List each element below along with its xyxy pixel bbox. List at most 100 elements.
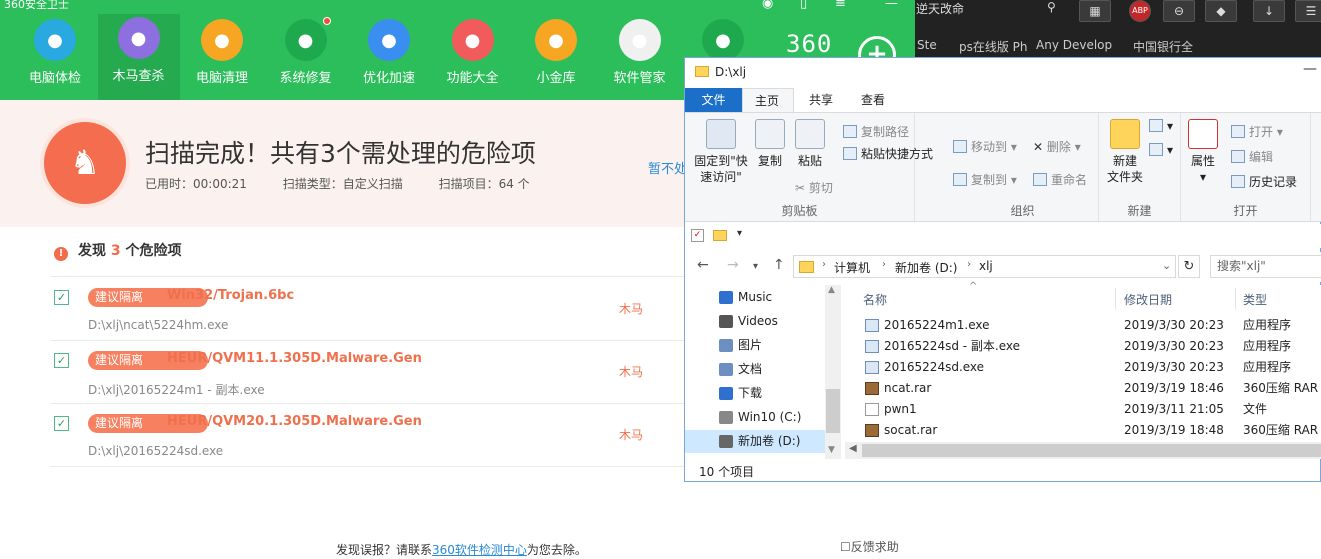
address-path[interactable]: › 计算机 › 新加卷 (D:) › xlj ⌄ (793, 255, 1176, 278)
history-button[interactable]: 历史记录 (1231, 173, 1297, 190)
nav-item-1[interactable]: ● 木马查杀 (97, 14, 180, 100)
skin-icon[interactable]: ◉ (762, 0, 773, 11)
bookmark-item[interactable]: 中国银行全 (1133, 38, 1193, 55)
threat-row[interactable]: ✓ 建议隔离 Win32/Trojan.6bc D:\xlj\ncat\5224hm.… (54, 288, 684, 348)
file-row[interactable]: 20165224m1.exe 2019/3/30 20:23 应用程序 (845, 315, 1321, 336)
file-row[interactable]: pwn1 2019/3/11 21:05 文件 (845, 399, 1321, 420)
notification-dot (322, 17, 331, 25)
tab-file[interactable]: 文件 (685, 88, 742, 112)
customize-dropdown-icon[interactable]: ▾ (737, 228, 742, 239)
new-item-icon[interactable]: ▾ (1149, 119, 1173, 133)
refresh-icon[interactable]: ↻ (1178, 255, 1200, 278)
tree-scrollbar[interactable]: ▲ ▼ (825, 285, 841, 459)
nav-item-0[interactable]: ● 电脑体检 (14, 16, 96, 98)
tree-item[interactable]: Win10 (C:) (685, 406, 825, 429)
restore-icon[interactable]: ▯ (800, 0, 807, 11)
forward-icon[interactable]: → (727, 257, 739, 273)
threat-row[interactable]: ✓ 建议隔离 HEUR/QVM20.1.305D.Malware.Gen D:\xlj… (54, 414, 684, 474)
nav-item-6[interactable]: ● 小金库 (515, 16, 597, 98)
threat-name: Win32/Trojan.6bc (167, 288, 295, 303)
move-to-button[interactable]: 移动到 ▾ (953, 138, 1017, 155)
breadcrumb-drive[interactable]: 新加卷 (D:) (895, 259, 957, 276)
folder-icon[interactable] (713, 230, 727, 241)
extension-icon[interactable]: ⊖ (1163, 0, 1195, 22)
rename-button[interactable]: 重命名 (1033, 171, 1087, 188)
column-type[interactable]: 类型 (1243, 291, 1267, 308)
minimize-icon[interactable]: — (885, 0, 898, 11)
chevron-down-icon[interactable]: ⌄ (1162, 259, 1171, 272)
file-row[interactable]: 20165224sd - 副本.exe 2019/3/30 20:23 应用程序 (845, 336, 1321, 357)
search-icon[interactable]: ⚲ (1047, 0, 1067, 20)
horizontal-scrollbar[interactable]: ◀ (845, 442, 1321, 459)
copy-button[interactable]: 复制 (753, 119, 787, 169)
tree-item[interactable]: 下载 (685, 382, 825, 405)
download-manager-icon[interactable]: ◆ (1205, 0, 1237, 22)
nav-item-3[interactable]: ● 系统修复 (265, 16, 347, 98)
threat-checkbox[interactable]: ✓ (54, 353, 69, 368)
scrollbar-thumb[interactable] (826, 389, 840, 433)
detection-center-link[interactable]: 360软件检测中心 (432, 543, 527, 557)
apps-icon[interactable]: ▦ (1079, 0, 1111, 22)
tree-item[interactable]: 图片 (685, 334, 825, 357)
tab-view[interactable]: 查看 (849, 88, 897, 112)
threat-checkbox[interactable]: ✓ (54, 290, 69, 305)
open-button[interactable]: 打开 ▾ (1231, 123, 1283, 140)
tab-home[interactable]: 主页 (742, 88, 794, 112)
adblock-icon[interactable]: ABP (1129, 0, 1151, 22)
tree-item[interactable]: Music (685, 286, 825, 309)
divider (50, 403, 685, 404)
paste-button[interactable]: 粘贴 (793, 119, 827, 169)
scrollbar-thumb[interactable] (862, 444, 1321, 457)
bookmark-item[interactable]: Any Develop (1036, 38, 1112, 52)
column-name[interactable]: 名称 (863, 291, 887, 308)
nav-item-7[interactable]: ● 软件管家 (599, 16, 681, 98)
file-type: 文件 (1243, 402, 1268, 416)
file-row[interactable]: ncat.rar 2019/3/19 18:46 360压缩 RAR 文 (845, 378, 1321, 399)
file-date: 2019/3/11 21:05 (1124, 402, 1224, 416)
feedback-button[interactable]: ☐反馈求助 (840, 538, 899, 555)
tree-item[interactable]: Videos (685, 310, 825, 333)
easy-access-icon[interactable]: ▾ (1149, 143, 1173, 157)
menu-icon[interactable]: ☰ (1295, 0, 1321, 22)
column-date[interactable]: 修改日期 (1124, 291, 1172, 308)
nav-item-4[interactable]: ● 优化加速 (348, 16, 430, 98)
minimize-icon[interactable]: — (1303, 61, 1317, 77)
new-folder-button[interactable]: 新建 文件夹 (1105, 119, 1145, 185)
threat-row[interactable]: ✓ 建议隔离 HEUR/QVM11.1.305D.Malware.Gen D:\xlj… (54, 351, 684, 411)
breadcrumb-xlj[interactable]: xlj (979, 259, 993, 273)
organize-group: 移动到 ▾ 复制到 ▾ ✕ 删除 ▾ 重命名 组织 (947, 113, 1099, 221)
back-icon[interactable]: ← (697, 257, 709, 273)
pause-link[interactable]: 暂不处 (648, 158, 687, 177)
cut-button[interactable]: ✂ 剪切 (795, 179, 833, 196)
delete-button[interactable]: ✕ 删除 ▾ (1033, 138, 1081, 155)
menu-icon[interactable]: ≡ (835, 0, 846, 11)
bookmark-item[interactable]: ps在线版 Ph (959, 38, 1028, 55)
grid-icon: ● (451, 19, 494, 61)
pin-quick-access-button[interactable]: 固定到"快速访问" (691, 119, 751, 185)
edit-button[interactable]: 编辑 (1231, 148, 1273, 165)
file-row[interactable]: 20165224sd.exe 2019/3/30 20:23 应用程序 (845, 357, 1321, 378)
file-date: 2019/3/19 18:46 (1124, 381, 1224, 395)
bookmark-item[interactable]: Ste (917, 38, 937, 52)
breadcrumb-computer[interactable]: 计算机 (834, 259, 870, 276)
tree-item[interactable]: 新加卷 (D:) (685, 430, 825, 453)
tree-item[interactable]: 文档 (685, 358, 825, 381)
file-row[interactable]: socat.rar 2019/3/19 18:48 360压缩 RAR 文 (845, 420, 1321, 441)
status-item-count: 10 个项目 (699, 465, 755, 479)
folder-icon (799, 261, 814, 273)
threat-checkbox[interactable]: ✓ (54, 416, 69, 431)
tab-share[interactable]: 共享 (797, 88, 845, 112)
nav-item-5[interactable]: ● 功能大全 (432, 16, 514, 98)
paste-shortcut-button[interactable]: 粘贴快捷方式 (843, 145, 933, 162)
search-input[interactable]: 搜索"xlj" (1210, 255, 1321, 278)
up-icon[interactable]: ↑ (773, 257, 785, 273)
checkmark-icon[interactable]: ✓ (691, 229, 704, 242)
properties-button[interactable]: 属性 ▾ (1185, 119, 1221, 185)
copy-to-button[interactable]: 复制到 ▾ (953, 171, 1017, 188)
download-icon[interactable]: ↓ (1253, 0, 1285, 22)
copy-path-button[interactable]: 复制路径 (843, 123, 909, 140)
nav-item-2[interactable]: ● 电脑清理 (181, 16, 263, 98)
sort-arrow-icon: ^ (969, 281, 978, 292)
recent-dropdown-icon[interactable]: ▾ (753, 261, 758, 272)
file-list: ^ 名称 修改日期 类型 20165224m1.exe 2019/3/30 20:… (845, 281, 1321, 459)
